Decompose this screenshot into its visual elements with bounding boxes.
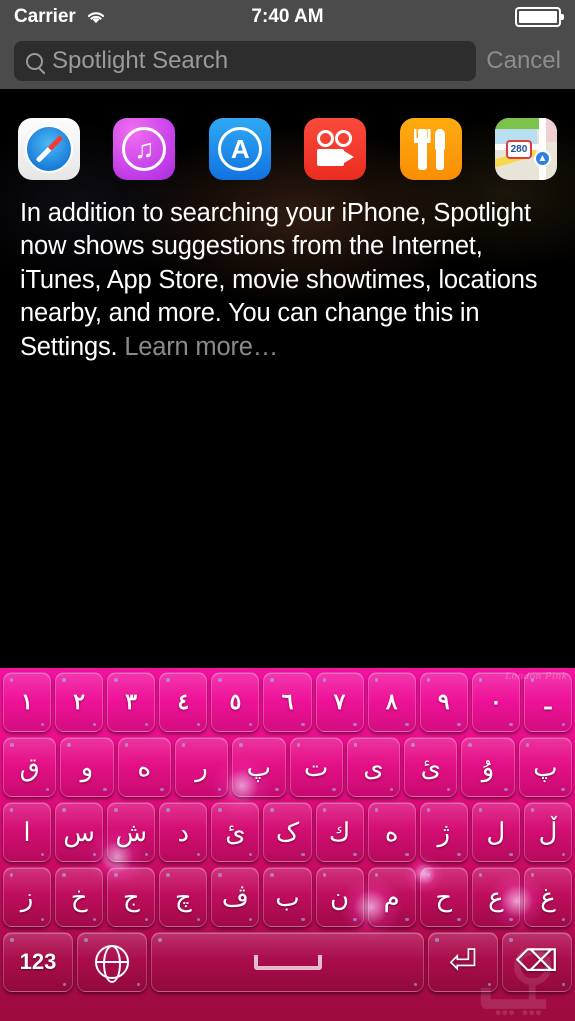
key-letter-waw[interactable]: و: [60, 737, 114, 797]
key-num-6[interactable]: ٦: [263, 672, 312, 732]
key-num-3[interactable]: ٣: [107, 672, 156, 732]
key-letter-lam-bar[interactable]: ڵ: [523, 802, 573, 862]
keyboard-row-numbers: ١ ٢ ٣ ٤ ٥ ٦ ٧ ٨ ٩ ٠ ـ: [0, 672, 575, 732]
key-tatweel[interactable]: ـ: [523, 672, 573, 732]
backspace-icon: ⌫: [515, 945, 559, 978]
battery-full-icon: [515, 6, 564, 27]
numeric-mode-button[interactable]: 123: [3, 932, 73, 992]
key-num-0[interactable]: ٠: [471, 672, 520, 732]
key-letter-hah[interactable]: ح: [419, 867, 468, 927]
search-input[interactable]: Spotlight Search: [14, 41, 477, 81]
key-letter-lam[interactable]: ل: [471, 802, 520, 862]
key-letter-noon[interactable]: ن: [315, 867, 364, 927]
app-store-a-glyph: A: [230, 133, 250, 164]
return-icon: ⏎: [448, 943, 478, 981]
key-num-1[interactable]: ١: [2, 672, 52, 732]
key-num-8[interactable]: ٨: [367, 672, 416, 732]
key-letter-tcheh[interactable]: چ: [159, 867, 208, 927]
key-letter-qaf[interactable]: ق: [3, 737, 57, 797]
key-letter-alef[interactable]: ا: [2, 802, 52, 862]
music-note-icon: ♫: [134, 133, 155, 164]
keyboard-row-bottom: 123 ⏎ ⌫: [0, 932, 575, 992]
key-letter-teh[interactable]: ت: [289, 737, 343, 797]
space-glyph-icon: [253, 954, 322, 970]
key-num-7[interactable]: ٧: [315, 672, 364, 732]
carrier-label: Carrier: [14, 5, 76, 27]
suggestion-description: In addition to searching your iPhone, Sp…: [0, 180, 575, 364]
iphone-screen: Carrier 7:40 AM Spotlight Search Cancel: [0, 0, 575, 1021]
key-letter-jeh[interactable]: ژ: [419, 802, 468, 862]
key-letter-veh[interactable]: ڤ: [211, 867, 260, 927]
search-placeholder: Spotlight Search: [52, 47, 229, 74]
key-letter-beh[interactable]: ب: [263, 867, 312, 927]
key-letter-keheh[interactable]: ک: [263, 802, 312, 862]
key-letter-heh-2[interactable]: ه: [367, 802, 416, 862]
key-letter-ghain[interactable]: غ: [523, 867, 573, 927]
status-bar-left: Carrier: [14, 6, 107, 28]
return-key[interactable]: ⏎: [428, 932, 498, 992]
description-text: In addition to searching your iPhone, Sp…: [20, 199, 538, 361]
backspace-key[interactable]: ⌫: [502, 932, 572, 992]
status-bar: Carrier 7:40 AM: [0, 0, 575, 33]
keyboard-row-2: ا س ش د ئ ک ك ه ژ ل ڵ: [0, 802, 575, 862]
key-num-5[interactable]: ٥: [211, 672, 260, 732]
spotlight-suggestion-panel: ♫ A 280 ▲ In addition to searching your …: [0, 89, 575, 668]
arabic-keyboard: London Pink ١ ٢ ٣ ٤ ٥ ٦ ٧ ٨ ٩ ٠: [0, 668, 575, 1021]
key-num-9[interactable]: ٩: [419, 672, 468, 732]
key-letter-peh[interactable]: پ: [232, 737, 286, 797]
key-num-2[interactable]: ٢: [55, 672, 104, 732]
key-letter-jeem[interactable]: ج: [107, 867, 156, 927]
map-pin-icon: ▲: [533, 150, 551, 167]
globe-key[interactable]: [77, 932, 147, 992]
key-letter-seen[interactable]: س: [55, 802, 104, 862]
key-letter-sheen[interactable]: ش: [107, 802, 156, 862]
search-icon: [26, 52, 43, 70]
movies-icon[interactable]: [304, 118, 367, 180]
itunes-icon[interactable]: ♫: [113, 118, 176, 180]
key-letter-yeh-hamza-2[interactable]: ئ: [211, 802, 260, 862]
key-letter-khah[interactable]: خ: [55, 867, 104, 927]
key-letter-heh[interactable]: ه: [117, 737, 171, 797]
suggestion-icon-row: ♫ A 280 ▲: [0, 89, 575, 180]
wifi-icon: [87, 11, 104, 23]
status-bar-right: [515, 6, 564, 27]
key-letter-kaf[interactable]: ك: [315, 802, 364, 862]
key-letter-ain[interactable]: ع: [471, 867, 520, 927]
key-letter-zain[interactable]: ز: [2, 867, 52, 927]
key-letter-dal[interactable]: د: [159, 802, 208, 862]
keyboard-row-1: ق و ه ر پ ت ى ئ ۇ پ: [0, 737, 575, 797]
highway-shield-icon: 280: [505, 140, 532, 159]
key-letter-waw-damma[interactable]: ۇ: [461, 737, 515, 797]
key-letter-peh-2[interactable]: پ: [518, 737, 572, 797]
restaurants-icon[interactable]: [399, 118, 462, 180]
key-letter-yeh-hamza[interactable]: ئ: [404, 737, 458, 797]
space-key[interactable]: [151, 932, 424, 992]
keyboard-row-3: ز خ ج چ ڤ ب ن م ح ع غ: [0, 867, 575, 927]
maps-icon[interactable]: 280 ▲: [494, 118, 557, 180]
learn-more-link[interactable]: Learn more…: [124, 333, 278, 361]
key-letter-alef-maksura[interactable]: ى: [346, 737, 401, 797]
globe-icon: [94, 944, 129, 983]
cancel-button[interactable]: Cancel: [486, 47, 561, 75]
search-bar: Spotlight Search Cancel: [0, 33, 575, 89]
key-letter-reh[interactable]: ر: [174, 737, 229, 797]
key-letter-meem[interactable]: م: [367, 867, 416, 927]
key-num-4[interactable]: ٤: [159, 672, 208, 732]
app-store-icon[interactable]: A: [208, 118, 271, 180]
safari-icon[interactable]: [18, 118, 80, 180]
